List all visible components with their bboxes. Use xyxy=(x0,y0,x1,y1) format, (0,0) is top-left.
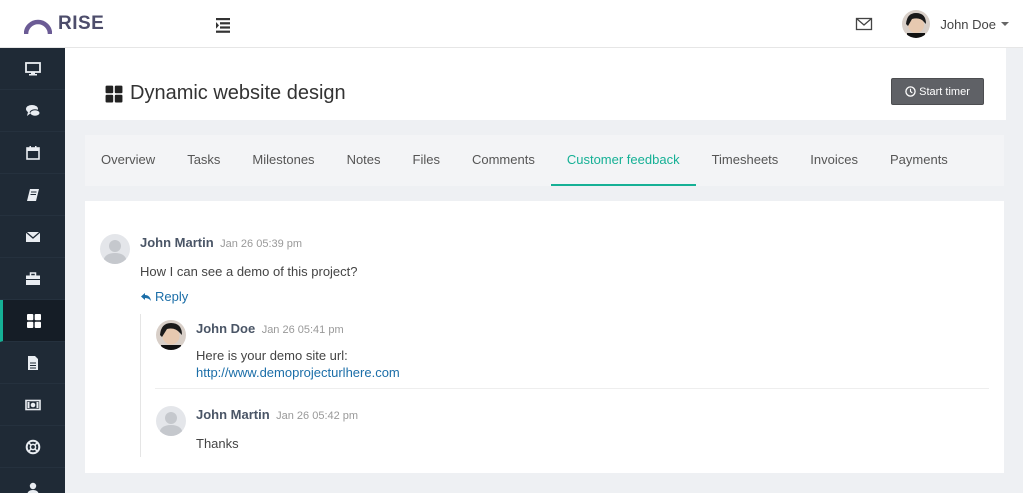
sidebar-item-team[interactable] xyxy=(0,468,65,493)
app-logo[interactable]: RISE xyxy=(24,10,104,38)
envelope-icon xyxy=(25,231,40,242)
reply-body: John Doe Jan 26 05:41 pm Here is your de… xyxy=(196,320,400,380)
tab-payments[interactable]: Payments xyxy=(874,135,964,186)
clock-icon xyxy=(905,86,916,97)
menu-toggle-icon[interactable] xyxy=(213,15,233,33)
divider xyxy=(155,388,989,389)
comment-text: How I can see a demo of this project? xyxy=(140,264,358,279)
chevron-down-icon xyxy=(1001,22,1009,26)
sidebar-item-invoices[interactable] xyxy=(0,342,65,384)
money-icon xyxy=(24,399,41,410)
briefcase-icon xyxy=(25,271,40,285)
grid-icon xyxy=(105,85,123,102)
app-name: RISE xyxy=(58,13,105,34)
reply-text: Here is your demo site url: xyxy=(196,348,348,363)
tab-milestones[interactable]: Milestones xyxy=(236,135,330,186)
tab-invoices[interactable]: Invoices xyxy=(794,135,874,186)
sidebar-item-projects[interactable] xyxy=(0,300,65,342)
chat-icon xyxy=(25,104,40,117)
avatar xyxy=(156,320,186,350)
reply-text: Thanks xyxy=(196,436,239,451)
comment-meta: John Martin Jan 26 05:39 pm xyxy=(140,234,358,252)
tab-tasks[interactable]: Tasks xyxy=(171,135,236,186)
comment-time: Jan 26 05:39 pm xyxy=(220,238,303,250)
sidebar-item-events[interactable] xyxy=(0,132,65,174)
reply-label: Reply xyxy=(155,289,189,304)
reply-time: Jan 26 05:42 pm xyxy=(276,410,359,422)
tab-timesheets[interactable]: Timesheets xyxy=(696,135,795,186)
reply-meta: John Doe Jan 26 05:41 pm xyxy=(196,320,400,338)
envelope-icon[interactable] xyxy=(854,14,874,34)
project-tabs: Overview Tasks Milestones Notes Files Co… xyxy=(85,135,1004,186)
page-title: Dynamic website design xyxy=(105,82,346,105)
logo-icon xyxy=(24,19,52,35)
user-menu[interactable]: John Doe xyxy=(902,10,1009,38)
avatar xyxy=(100,234,130,264)
lifebuoy-icon xyxy=(25,439,40,454)
tab-customer-feedback[interactable]: Customer feedback xyxy=(550,135,696,186)
sidebar-item-messages[interactable] xyxy=(0,216,65,258)
start-timer-label: Start timer xyxy=(919,85,970,98)
reply-body: John Martin Jan 26 05:42 pm Thanks xyxy=(196,406,358,453)
tab-comments[interactable]: Comments xyxy=(456,135,551,186)
book-icon xyxy=(26,188,39,201)
sidebar-item-support[interactable] xyxy=(0,426,65,468)
file-icon xyxy=(27,355,38,370)
calendar-icon xyxy=(25,145,40,160)
user-name: John Doe xyxy=(940,16,996,32)
sidebar-item-clients[interactable] xyxy=(0,258,65,300)
avatar xyxy=(156,406,186,436)
comment-author: John Martin xyxy=(140,235,214,250)
grid-icon xyxy=(27,313,41,328)
reply-author: John Martin xyxy=(196,407,270,422)
tab-files[interactable]: Files xyxy=(397,135,456,186)
avatar xyxy=(902,10,931,38)
customer-feedback-panel: John Martin Jan 26 05:39 pm How I can se… xyxy=(85,201,1004,473)
reply-author: John Doe xyxy=(196,321,256,336)
start-timer-button[interactable]: Start timer xyxy=(891,78,984,105)
comment-body: John Martin Jan 26 05:39 pm How I can se… xyxy=(140,234,358,281)
project-header: Dynamic website design Start timer xyxy=(65,48,1006,120)
desktop-icon xyxy=(24,61,41,75)
reply-time: Jan 26 05:41 pm xyxy=(261,324,344,336)
reply-icon xyxy=(141,292,151,301)
demo-url-link[interactable]: http://www.demoprojecturlhere.com xyxy=(196,365,400,380)
tab-notes[interactable]: Notes xyxy=(331,135,397,186)
sidebar xyxy=(0,48,65,493)
sidebar-item-dashboard[interactable] xyxy=(0,48,65,90)
tab-overview[interactable]: Overview xyxy=(85,135,171,186)
sidebar-item-chat[interactable] xyxy=(0,90,65,132)
sidebar-item-notes[interactable] xyxy=(0,174,65,216)
thread-line xyxy=(140,314,141,457)
top-bar: RISE John Doe xyxy=(0,0,1023,48)
user-icon xyxy=(26,482,39,493)
reply-meta: John Martin Jan 26 05:42 pm xyxy=(196,406,358,424)
reply-button[interactable]: Reply xyxy=(140,289,188,304)
project-title: Dynamic website design xyxy=(130,82,346,104)
sidebar-item-payments[interactable] xyxy=(0,384,65,426)
